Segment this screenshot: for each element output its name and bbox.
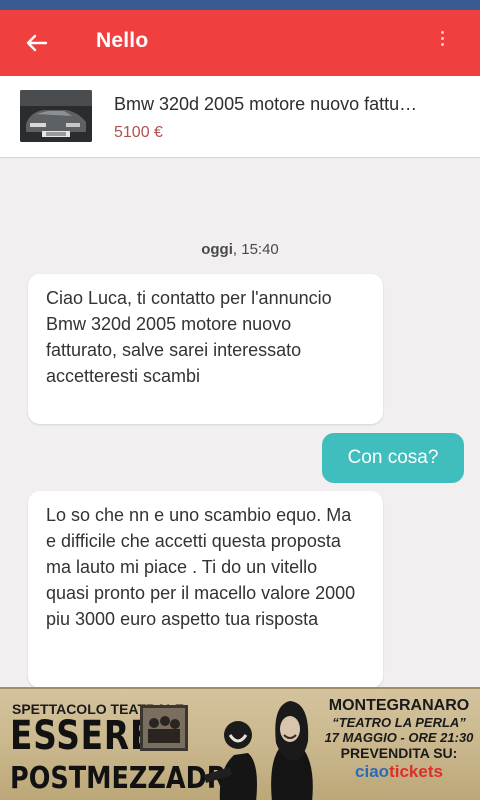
date-day: oggi xyxy=(201,241,233,258)
banner-ad[interactable]: SPETTACOLO TEATRALE ESSERE POSTMEZZADRI … xyxy=(0,687,480,800)
message-bubble-incoming: Ciao Luca, ti contatto per l'annuncio Bm… xyxy=(28,274,383,424)
ad-performers-image xyxy=(190,689,330,800)
date-separator: oggi, 15:40 xyxy=(0,241,480,258)
date-time: , 15:40 xyxy=(232,241,279,258)
ad-poster-image xyxy=(140,705,188,751)
status-bar xyxy=(0,0,480,10)
ad-city: MONTEGRANARO xyxy=(328,697,470,714)
back-arrow-icon[interactable] xyxy=(22,28,52,58)
message-bubble-incoming: Lo so che nn e uno scambio equo. Ma e di… xyxy=(28,491,383,688)
ad-venue: “TEATRO LA PERLA” xyxy=(332,715,466,730)
ad-title-line1: ESSERE xyxy=(10,713,154,759)
car-thumbnail xyxy=(20,90,92,142)
ciaotickets-logo: ciaotickets xyxy=(355,762,443,781)
listing-title: Bmw 320d 2005 motore nuovo fattu… xyxy=(114,94,418,114)
listing-price: 5100 € xyxy=(114,124,163,141)
ad-presale: PREVENDITA SU: xyxy=(340,745,458,761)
listing-summary-card[interactable]: Bmw 320d 2005 motore nuovo fattu… 5100 € xyxy=(0,76,480,158)
ad-datetime: 17 MAGGIO - ORE 21:30 xyxy=(324,730,474,745)
app-bar: Nello xyxy=(0,10,480,76)
more-vert-icon[interactable] xyxy=(430,28,454,58)
message-bubble-outgoing: Con cosa? xyxy=(322,433,464,483)
conversation-title: Nello xyxy=(96,29,149,52)
ad-event-info: MONTEGRANARO “TEATRO LA PERLA” 17 MAGGIO… xyxy=(320,697,478,782)
